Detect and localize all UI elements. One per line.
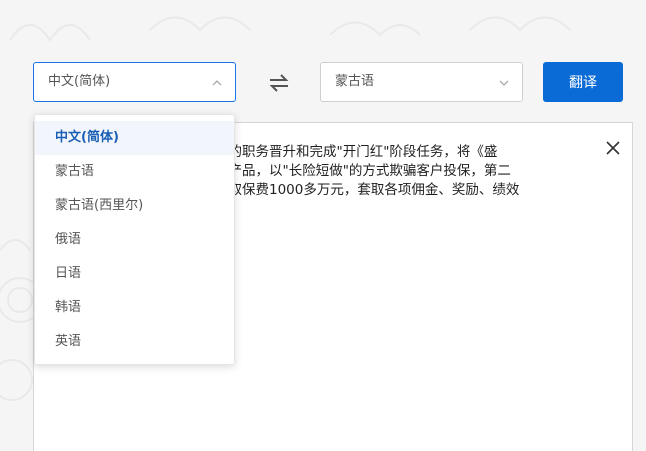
close-icon[interactable]: [604, 139, 622, 157]
chevron-down-icon: [499, 80, 509, 86]
chevron-up-icon: [212, 80, 222, 86]
target-language-select[interactable]: 蒙古语: [320, 62, 523, 102]
language-dropdown-menu: 中文(简体) 蒙古语 蒙古语(西里尔) 俄语 日语 韩语 英语: [34, 114, 235, 365]
dropdown-item-japanese[interactable]: 日语: [35, 257, 234, 291]
dropdown-item-russian[interactable]: 俄语: [35, 223, 234, 257]
target-language-value: 蒙古语: [335, 74, 375, 89]
translate-button[interactable]: 翻译: [543, 62, 623, 102]
dropdown-item-mongolian[interactable]: 蒙古语: [35, 155, 234, 189]
dropdown-item-mongolian-cyrillic[interactable]: 蒙古语(西里尔): [35, 189, 234, 223]
dropdown-item-chinese-simplified[interactable]: 中文(简体): [35, 121, 234, 155]
dropdown-item-english[interactable]: 英语: [35, 325, 234, 359]
dropdown-item-korean[interactable]: 韩语: [35, 291, 234, 325]
swap-arrows-icon[interactable]: [266, 70, 292, 96]
source-language-value: 中文(简体): [48, 74, 111, 89]
source-language-select[interactable]: 中文(简体): [33, 62, 236, 102]
